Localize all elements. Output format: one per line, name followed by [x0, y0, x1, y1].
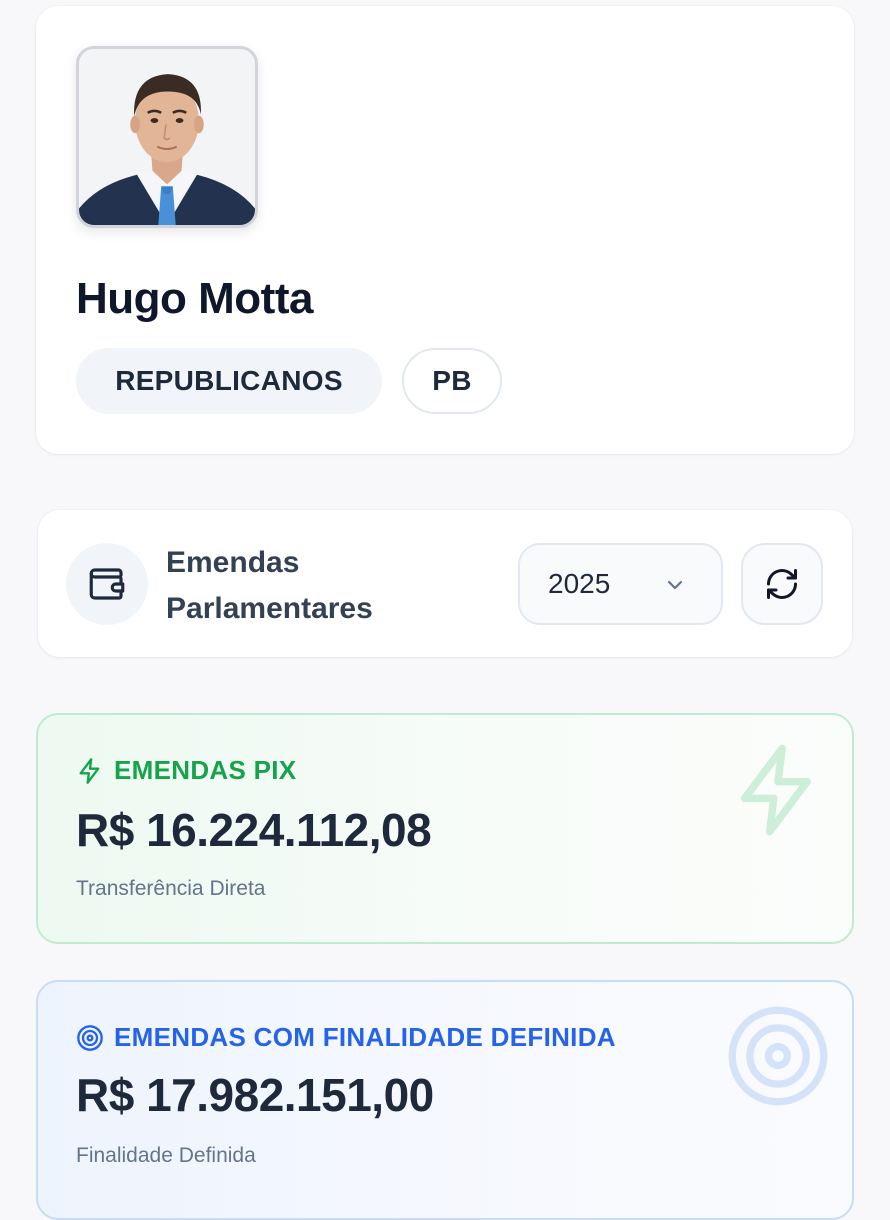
profile-card: Hugo Motta REPUBLICANOS PB: [36, 6, 854, 454]
year-select-value: 2025: [548, 568, 611, 599]
pix-amount-card: EMENDAS PIX R$ 16.224.112,08 Transferênc…: [36, 713, 854, 944]
section-title: Emendas Parlamentares: [166, 546, 373, 625]
profile-photo: [76, 46, 258, 228]
refresh-button[interactable]: [741, 543, 823, 625]
pix-label-text: EMENDAS PIX: [114, 755, 297, 785]
party-badge: REPUBLICANOS: [76, 348, 382, 414]
finalidade-label: EMENDAS COM FINALIDADE DEFINIDA: [76, 1022, 616, 1053]
finalidade-amount-value: R$ 17.982.151,00: [76, 1069, 434, 1121]
target-icon: [77, 1024, 103, 1051]
chevron-down-icon: [667, 580, 683, 590]
amendments-header-card: Emendas Parlamentares 2025: [38, 510, 852, 657]
finalidade-label-text: EMENDAS COM FINALIDADE DEFINIDA: [114, 1022, 616, 1052]
refresh-icon: [767, 569, 797, 599]
wallet-icon: [66, 543, 148, 625]
finalidade-subtitle: Finalidade Definida: [76, 1144, 256, 1167]
year-select[interactable]: 2025: [518, 543, 723, 625]
pix-label: EMENDAS PIX: [76, 755, 296, 786]
lightning-icon: [79, 757, 100, 784]
lightning-background-icon: [740, 744, 811, 836]
finalidade-amount-card: EMENDAS COM FINALIDADE DEFINIDA R$ 17.98…: [36, 980, 854, 1220]
state-badge: PB: [402, 348, 502, 414]
politician-name: Hugo Motta: [76, 274, 313, 323]
target-background-icon: [728, 1006, 828, 1106]
pix-subtitle: Transferência Direta: [76, 877, 266, 900]
pix-amount-value: R$ 16.224.112,08: [76, 804, 432, 856]
